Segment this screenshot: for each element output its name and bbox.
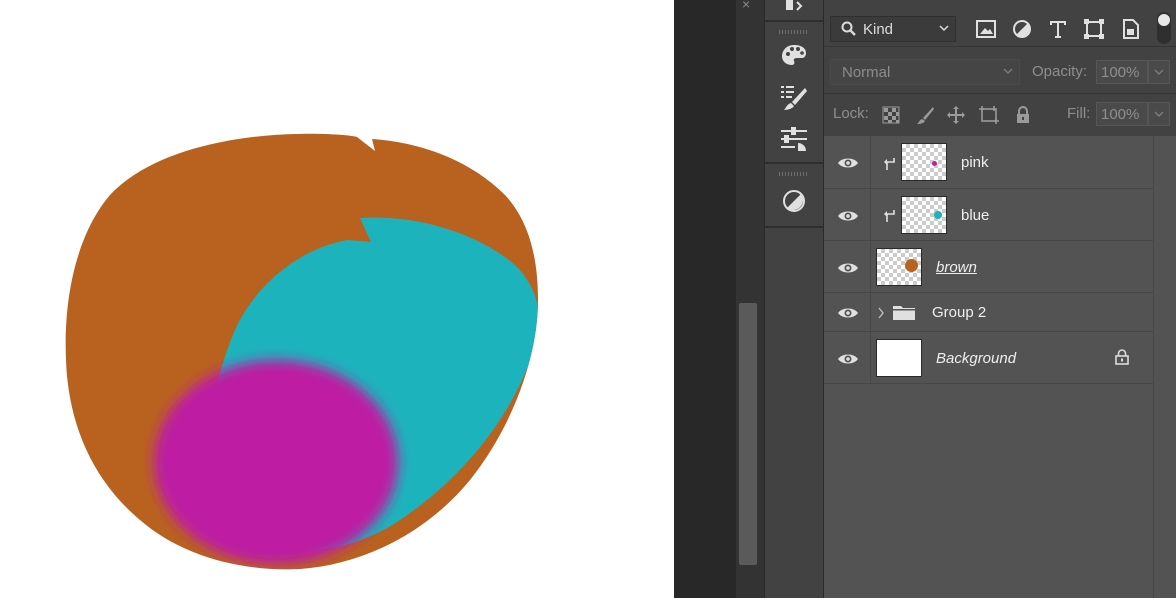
search-icon [841, 21, 857, 41]
visibility-eye-icon[interactable] [837, 208, 859, 224]
clipping-mask-icon [884, 158, 895, 170]
layer-thumbnail [876, 248, 922, 286]
layer-name: pink [961, 154, 989, 171]
smart-object-filter-icon[interactable] [1120, 18, 1142, 40]
filter-toggle-switch[interactable] [1157, 12, 1171, 44]
filter-kind-label: Kind [863, 21, 894, 38]
clipping-mask-icon [884, 210, 895, 222]
blend-opacity-bar: Normal Opacity: 100% [824, 47, 1176, 94]
properties-icon[interactable] [765, 0, 823, 20]
toolstrip-separator [765, 226, 823, 228]
drag-grip[interactable] [779, 30, 809, 34]
lock-transparent-pixels-icon[interactable] [880, 104, 902, 126]
layer-thumbnail [901, 196, 947, 234]
lock-all-icon[interactable] [1012, 104, 1034, 126]
layer-filter-bar: Kind [824, 0, 1176, 47]
adjustments-icon[interactable] [765, 122, 823, 156]
fill-input[interactable]: 100% [1096, 102, 1148, 126]
thumbnail-dot [932, 161, 937, 166]
toolstrip-separator [765, 20, 823, 22]
document-gutter [674, 0, 736, 598]
eye-divider [870, 241, 871, 292]
layer-row-pink[interactable]: pink [824, 136, 1153, 189]
lock-fill-bar: Lock: Fill: 100% [824, 94, 1176, 137]
layer-name: Group 2 [932, 304, 987, 321]
visibility-eye-icon[interactable] [837, 305, 859, 321]
blend-mode-label: Normal [842, 64, 891, 81]
lock-artboard-icon[interactable] [978, 104, 1000, 126]
shape-filter-icon[interactable] [1083, 18, 1105, 40]
chevron-down-icon [937, 21, 951, 39]
layer-row-blue[interactable]: blue [824, 189, 1153, 241]
lock-label: Lock: [833, 105, 869, 122]
eye-divider [870, 189, 871, 240]
eye-divider [870, 293, 871, 331]
chevron-down-icon [1001, 64, 1015, 82]
contrast-icon[interactable] [765, 184, 823, 218]
document-canvas[interactable] [0, 0, 674, 598]
adjustment-filter-icon[interactable] [1011, 18, 1033, 40]
opacity-label: Opacity: [1032, 63, 1088, 80]
color-palette-icon[interactable] [765, 38, 823, 72]
visibility-eye-icon[interactable] [837, 351, 859, 367]
visibility-eye-icon[interactable] [837, 155, 859, 171]
chevron-right-icon[interactable] [877, 306, 885, 320]
layers-panel: Kind Normal Opacity: 100% Lock: Fill: 10… [824, 0, 1176, 598]
layers-scrollbar[interactable] [1153, 136, 1176, 598]
fill-chevron-icon[interactable] [1148, 102, 1170, 126]
layer-thumbnail [901, 143, 947, 181]
image-filter-icon[interactable] [975, 18, 997, 40]
opacity-chevron-icon[interactable] [1148, 60, 1170, 84]
layer-row-brown[interactable]: brown [824, 241, 1153, 293]
toolstrip-separator [765, 162, 823, 164]
lock-icon [1115, 349, 1129, 365]
layers-list: pink blue brown Group 2 Background [824, 136, 1153, 384]
opacity-input[interactable]: 100% [1096, 60, 1148, 84]
layer-name: Background [936, 350, 1017, 367]
pink-shape [154, 360, 398, 564]
blend-mode-dropdown[interactable]: Normal [830, 59, 1020, 85]
thumbnail-dot [905, 259, 918, 272]
eye-divider [870, 332, 871, 383]
layer-name: brown [936, 259, 977, 276]
fill-label: Fill: [1067, 105, 1091, 122]
thumbnail-dot [934, 211, 942, 219]
layer-row-background[interactable]: Background [824, 332, 1153, 384]
scrollbar-thumb[interactable] [739, 303, 757, 565]
panel-toolstrip [764, 0, 825, 598]
brush-settings-icon[interactable] [765, 80, 823, 114]
layer-row-group-2[interactable]: Group 2 [824, 293, 1153, 332]
lock-image-pixels-icon[interactable] [914, 104, 936, 126]
type-filter-icon[interactable] [1047, 18, 1069, 40]
visibility-eye-icon[interactable] [837, 260, 859, 276]
layer-thumbnail [876, 339, 922, 377]
layer-name: blue [961, 207, 990, 224]
canvas-artwork [65, 133, 538, 570]
eye-divider [870, 136, 871, 188]
drag-grip[interactable] [779, 172, 809, 176]
folder-icon [893, 306, 915, 320]
close-icon[interactable]: × [742, 0, 750, 12]
filter-kind-dropdown[interactable]: Kind [830, 16, 956, 42]
lock-position-icon[interactable] [945, 104, 967, 126]
